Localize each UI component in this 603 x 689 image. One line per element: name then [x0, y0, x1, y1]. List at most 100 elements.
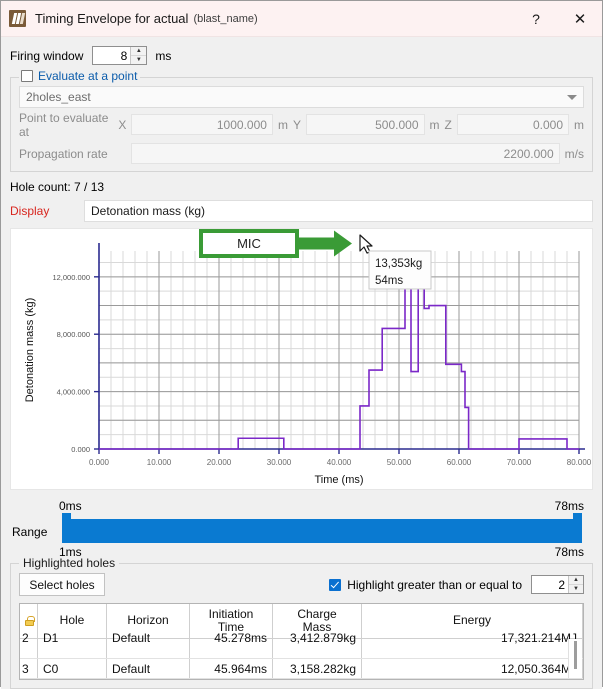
- propagation-rate-row: Propagation rate 2200.000 m/s: [19, 143, 584, 164]
- firing-window-down-icon[interactable]: ▼: [131, 56, 146, 64]
- x-coordinate-field[interactable]: 1000.000: [131, 114, 273, 135]
- highlight-threshold-input[interactable]: [532, 576, 568, 593]
- cell-hole: D1: [37, 627, 107, 648]
- row-index: 2: [20, 627, 38, 648]
- x-tick-label: 20.000: [207, 458, 232, 467]
- range-value-end-label: 78ms: [554, 545, 584, 559]
- x-tick-label: 80.000: [567, 458, 592, 467]
- range-slider-handle-left[interactable]: [62, 513, 71, 543]
- hole-count-label: Hole count: 7 / 13: [10, 180, 105, 194]
- row-index: 3: [20, 658, 38, 679]
- select-holes-button[interactable]: Select holes: [19, 573, 105, 596]
- table-row[interactable]: 3 C0 Default 45.964ms 3,158.282kg 12,050.364M…: [20, 658, 583, 679]
- mic-label: MIC: [237, 236, 261, 251]
- chart-tooltip: 13,353kg 54ms: [368, 250, 432, 290]
- range-slider-handle-right[interactable]: [573, 513, 582, 543]
- cell-charge-mass: 3,412.879kg: [272, 627, 362, 648]
- point-to-evaluate-label: Point to evaluate at: [19, 110, 109, 139]
- firing-window-unit: ms: [155, 48, 172, 63]
- holes-table-body: 2 D1 Default 45.278ms 3,412.879kg 17,321.214M…: [20, 627, 583, 679]
- range-window-start-label: 0ms: [59, 499, 82, 513]
- z-axis-tag: Z: [444, 117, 452, 132]
- column-header-initiation-line1: Initiation: [208, 606, 254, 621]
- timing-envelope-dialog: Timing Envelope for actual (blast_name) …: [0, 0, 603, 689]
- cell-energy: 12,050.364MJ: [361, 658, 583, 679]
- page-subtitle: (blast_name): [193, 12, 258, 25]
- evaluate-at-point-group: Evaluate at a point 2holes_east Point to…: [10, 69, 593, 172]
- range-window-end-label: 78ms: [554, 499, 584, 513]
- x-tick-label: 10.000: [147, 458, 172, 467]
- table-scrollbar[interactable]: [568, 639, 582, 678]
- x-tick-label: 50.000: [387, 458, 412, 467]
- y-tick-label: 8,000.000: [57, 330, 90, 339]
- blast-select-value: 2holes_east: [26, 90, 91, 104]
- x-tick-label: 0.000: [89, 458, 110, 467]
- evaluate-at-point-title[interactable]: Evaluate at a point: [19, 69, 141, 83]
- help-button[interactable]: ?: [514, 1, 558, 36]
- highlight-threshold-arrows[interactable]: ▲ ▼: [568, 576, 583, 593]
- z-unit-label: m: [574, 117, 584, 132]
- x-axis-tag: X: [118, 117, 127, 132]
- x-tick-label: 70.000: [507, 458, 532, 467]
- cell-initiation-time: 45.964ms: [189, 658, 273, 679]
- x-tick-label: 40.000: [327, 458, 352, 467]
- page-title: Timing Envelope for actual: [35, 11, 189, 26]
- cell-horizon: Default: [106, 658, 190, 679]
- holes-table: Hole Horizon Initiation Time Charge Mass…: [20, 604, 583, 679]
- table-scrollbar-thumb[interactable]: [574, 641, 577, 669]
- highlight-threshold-stepper[interactable]: ▲ ▼: [531, 575, 584, 594]
- cell-horizon: Default: [106, 627, 190, 648]
- chart-tooltip-line: 54ms: [375, 275, 403, 287]
- x-tick-label: 30.000: [267, 458, 292, 467]
- evaluate-at-point-checkbox[interactable]: [21, 70, 33, 82]
- firing-window-arrows[interactable]: ▲ ▼: [130, 47, 147, 64]
- evaluate-at-point-label: Evaluate at a point: [38, 69, 138, 83]
- table-row[interactable]: 2 D1 Default 45.278ms 3,412.879kg 17,321.214M…: [20, 627, 583, 648]
- y-axis-tag: Y: [292, 117, 301, 132]
- timing-envelope-chart[interactable]: 0.000 4,000.000 8,000.000 12,000.000 0.000 10…: [10, 228, 593, 490]
- y-tick-label: 0.000: [71, 445, 90, 454]
- firing-window-input[interactable]: [93, 47, 131, 64]
- y-unit-label: m: [429, 117, 440, 132]
- column-header-charge-line1: Charge: [297, 606, 337, 621]
- chevron-down-icon[interactable]: [567, 94, 577, 100]
- dialog-content: Firing window ▲ ▼ ms Evaluate at a point…: [1, 37, 602, 689]
- lock-icon: [25, 616, 35, 627]
- highlighted-holes-title: Highlighted holes: [19, 556, 120, 570]
- holes-table-container: Hole Horizon Initiation Time Charge Mass…: [19, 603, 584, 680]
- highlight-threshold-checkbox[interactable]: [329, 578, 342, 591]
- propagation-rate-unit: m/s: [564, 146, 584, 161]
- firing-window-row: Firing window ▲ ▼ ms: [10, 41, 593, 70]
- chart-canvas: 0.000 4,000.000 8,000.000 12,000.000 0.000 10…: [24, 229, 592, 486]
- point-to-evaluate-row: Point to evaluate at X 1000.000 m Y 500.…: [19, 111, 584, 139]
- blast-select-dropdown[interactable]: 2holes_east: [19, 86, 584, 108]
- app-logo-icon: [9, 10, 26, 27]
- y-axis-title: Detonation mass (kg): [24, 298, 36, 403]
- highlight-threshold-up-icon[interactable]: ▲: [569, 576, 583, 585]
- y-coordinate-field[interactable]: 500.000: [305, 114, 425, 135]
- cell-initiation-time: 45.278ms: [189, 627, 273, 648]
- chart-tooltip-line: 13,353kg: [375, 258, 422, 270]
- propagation-rate-field[interactable]: 2200.000: [131, 143, 560, 164]
- cell-charge-mass: 3,158.282kg: [272, 658, 362, 679]
- y-tick-label: 4,000.000: [57, 388, 90, 397]
- highlight-threshold-down-icon[interactable]: ▼: [569, 585, 583, 593]
- display-value-field[interactable]: Detonation mass (kg): [84, 200, 593, 222]
- highlighted-holes-group: Highlighted holes Select holes Highlight…: [10, 556, 593, 689]
- x-axis-title: Time (ms): [314, 474, 363, 486]
- propagation-rate-label: Propagation rate: [19, 146, 108, 161]
- close-icon[interactable]: ✕: [558, 1, 602, 36]
- z-coordinate-field[interactable]: 0.000: [456, 114, 569, 135]
- range-slider-block: 0ms 78ms Range 1ms 78ms: [10, 499, 593, 561]
- y-tick-label: 12,000.000: [52, 273, 90, 282]
- highlight-threshold-label: Highlight greater than or equal to: [347, 577, 522, 592]
- x-tick-label: 60.000: [447, 458, 472, 467]
- firing-window-stepper[interactable]: ▲ ▼: [92, 46, 148, 65]
- display-row: Display Detonation mass (kg): [10, 200, 593, 222]
- range-label: Range: [12, 525, 48, 539]
- range-slider-track[interactable]: [62, 519, 582, 543]
- x-unit-label: m: [277, 117, 288, 132]
- highlighted-holes-toolbar: Select holes Highlight greater than or e…: [19, 573, 584, 596]
- firing-window-up-icon[interactable]: ▲: [131, 47, 147, 56]
- firing-window-label: Firing window: [10, 48, 84, 63]
